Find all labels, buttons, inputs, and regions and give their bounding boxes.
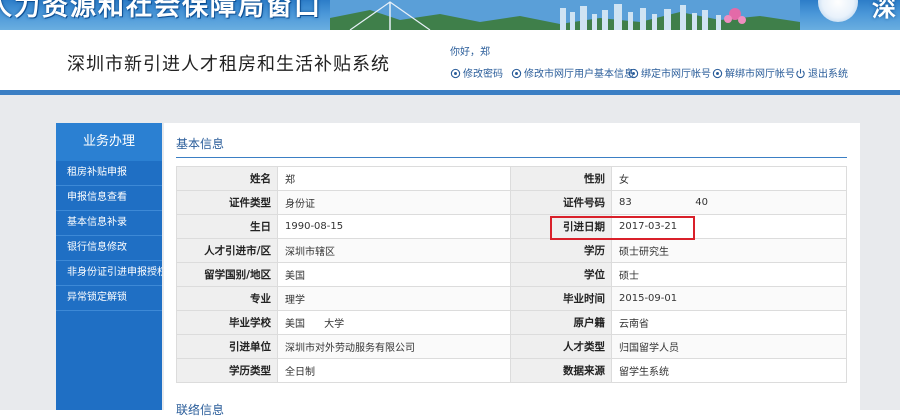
intro-city-value: 深圳市辖区	[277, 238, 511, 263]
banner-title: 人力资源和社会保障局窗口	[0, 0, 323, 22]
edit-user-info-link[interactable]: 修改市网厅用户基本信息	[511, 65, 634, 80]
gear-icon	[628, 68, 639, 79]
table-row: 人才引进市/区 深圳市辖区 学历 硕士研究生	[176, 238, 847, 263]
id-type-label: 证件类型	[176, 190, 278, 215]
id-number-value: 83 40	[611, 190, 847, 215]
sidebar-item-unlock-account[interactable]: 异常锁定解锁	[56, 286, 162, 311]
education-label: 学历	[510, 238, 612, 263]
sidebar-item-bank-info-edit[interactable]: 银行信息修改	[56, 236, 162, 261]
sidebar-item-non-id-authorization[interactable]: 非身份证引进申报授权	[56, 261, 162, 286]
sidebar: 业务办理 租房补贴申报 申报信息查看 基本信息补录 银行信息修改 非身份证引进申…	[56, 123, 162, 410]
edit-user-info-label: 修改市网厅用户基本信息	[524, 69, 634, 80]
top-banner: 人力资源和社会保障局窗口 深	[0, 0, 900, 30]
table-row: 留学国别/地区 美国 学位 硕士	[176, 262, 847, 287]
basic-info-table: 姓名 郑 性别 女 证件类型 身份证 证件号码 83 40 生日 1990-08…	[176, 166, 847, 383]
bind-account-link[interactable]: 绑定市网厅帐号	[628, 65, 711, 80]
talent-type-value: 归国留学人员	[611, 334, 847, 359]
origin-hukou-value: 云南省	[611, 310, 847, 335]
name-value: 郑	[277, 166, 511, 191]
city-skyline-image	[330, 0, 800, 30]
table-row: 毕业学校 美国 大学 原户籍 云南省	[176, 310, 847, 335]
change-password-label: 修改密码	[463, 69, 503, 80]
bind-account-label: 绑定市网厅帐号	[641, 69, 711, 80]
data-source-value: 留学生系统	[611, 358, 847, 383]
birthday-value: 1990-08-15	[277, 214, 511, 239]
study-country-label: 留学国别/地区	[176, 262, 278, 287]
employer-label: 引进单位	[176, 334, 278, 359]
gear-icon	[511, 68, 522, 79]
sidebar-title: 业务办理	[56, 123, 162, 161]
graduation-date-value: 2015-09-01	[611, 286, 847, 311]
gender-value: 女	[611, 166, 847, 191]
power-icon	[796, 68, 805, 79]
education-type-label: 学历类型	[176, 358, 278, 383]
intro-city-label: 人才引进市/区	[176, 238, 278, 263]
basic-info-heading: 基本信息	[176, 137, 225, 151]
table-row: 姓名 郑 性别 女	[176, 166, 847, 191]
section-divider	[176, 157, 847, 158]
degree-label: 学位	[510, 262, 612, 287]
system-title: 深圳市新引进人才租房和生活补贴系统	[67, 54, 390, 75]
major-label: 专业	[176, 286, 278, 311]
banner-right-title: 深	[872, 0, 896, 22]
table-row: 引进单位 深圳市对外劳动服务有限公司 人才类型 归国留学人员	[176, 334, 847, 359]
education-value: 硕士研究生	[611, 238, 847, 263]
table-row: 学历类型 全日制 数据来源 留学生系统	[176, 358, 847, 383]
emblem-icon	[818, 0, 858, 22]
logout-label: 退出系统	[808, 69, 848, 80]
unbind-account-label: 解绑市网厅帐号	[725, 69, 795, 80]
school-label: 毕业学校	[176, 310, 278, 335]
sidebar-item-view-application[interactable]: 申报信息查看	[56, 186, 162, 211]
study-country-value: 美国	[277, 262, 511, 287]
birthday-label: 生日	[176, 214, 278, 239]
logout-link[interactable]: 退出系统	[795, 65, 848, 80]
major-value: 理学	[277, 286, 511, 311]
sidebar-item-basic-info-supplement[interactable]: 基本信息补录	[56, 211, 162, 236]
degree-value: 硕士	[611, 262, 847, 287]
gear-icon	[712, 68, 723, 79]
employer-value: 深圳市对外劳动服务有限公司	[277, 334, 511, 359]
origin-hukou-label: 原户籍	[510, 310, 612, 335]
id-type-value: 身份证	[277, 190, 511, 215]
table-row: 生日 1990-08-15 引进日期 2017-03-21	[176, 214, 847, 239]
change-password-link[interactable]: 修改密码	[450, 65, 503, 80]
intro-date-highlight-box	[550, 216, 695, 240]
school-value: 美国 大学	[277, 310, 511, 335]
main-panel: 基本信息 姓名 郑 性别 女 证件类型 身份证 证件号码 83 40 生日 19…	[164, 123, 860, 417]
sidebar-item-rent-subsidy-apply[interactable]: 租房补贴申报	[56, 161, 162, 186]
table-row: 证件类型 身份证 证件号码 83 40	[176, 190, 847, 215]
education-type-value: 全日制	[277, 358, 511, 383]
graduation-date-label: 毕业时间	[510, 286, 612, 311]
id-number-label: 证件号码	[510, 190, 612, 215]
user-greeting: 你好，郑	[450, 47, 490, 58]
gender-label: 性别	[510, 166, 612, 191]
data-source-label: 数据来源	[510, 358, 612, 383]
talent-type-label: 人才类型	[510, 334, 612, 359]
table-row: 专业 理学 毕业时间 2015-09-01	[176, 286, 847, 311]
name-label: 姓名	[176, 166, 278, 191]
gear-icon	[450, 68, 461, 79]
unbind-account-link[interactable]: 解绑市网厅帐号	[712, 65, 795, 80]
header: 深圳市新引进人才租房和生活补贴系统 你好，郑 修改密码 修改市网厅用户基本信息 …	[0, 30, 900, 90]
